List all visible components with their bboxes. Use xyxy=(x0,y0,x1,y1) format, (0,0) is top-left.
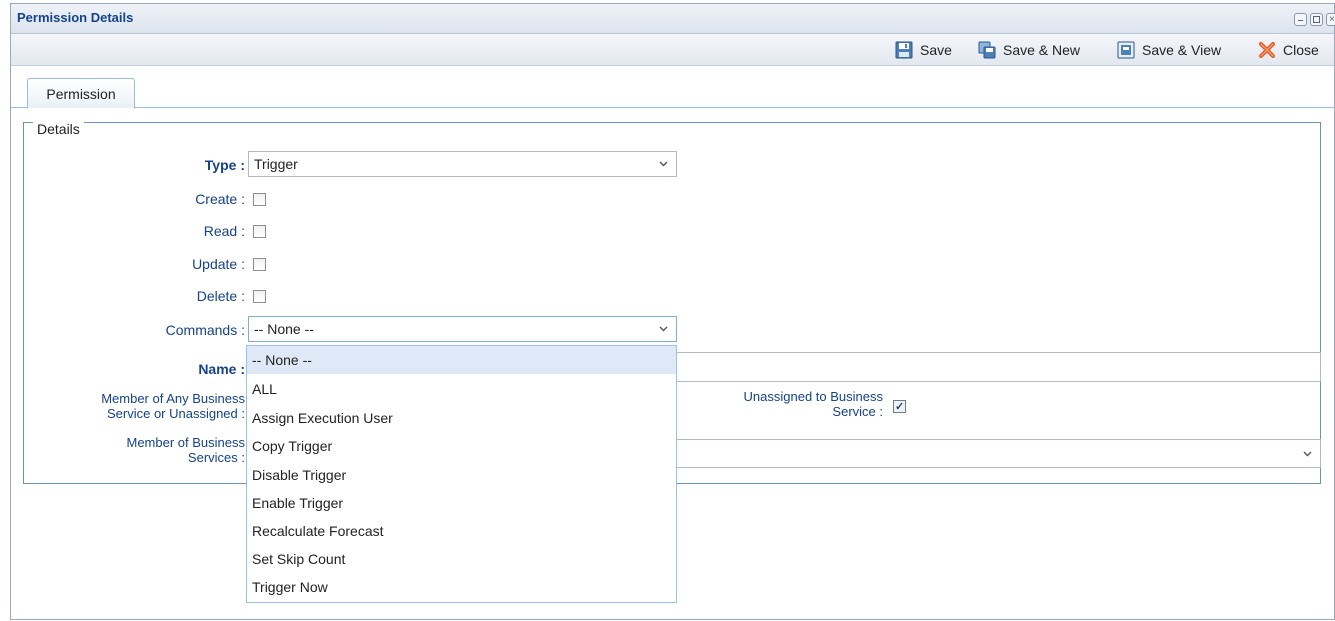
update-label: Update : xyxy=(192,256,245,272)
close-label: Close xyxy=(1283,42,1319,58)
save-label: Save xyxy=(920,42,952,58)
dropdown-option-recalculate-forecast[interactable]: Recalculate Forecast xyxy=(247,517,676,545)
maximize-icon xyxy=(1313,16,1320,23)
unassigned-label-line2: Service : xyxy=(832,404,883,419)
create-label: Create : xyxy=(195,191,245,207)
maximize-button[interactable] xyxy=(1310,13,1323,26)
dropdown-option-enable-trigger[interactable]: Enable Trigger xyxy=(247,489,676,517)
window-title: Permission Details xyxy=(17,10,134,25)
chevron-down-icon xyxy=(659,161,668,167)
close-icon: × xyxy=(1329,14,1335,25)
save-view-label: Save & View xyxy=(1142,42,1222,58)
member-services-label-line2: Services : xyxy=(187,450,245,465)
unassigned-label: Unassigned to Business Service : xyxy=(744,389,883,419)
type-select[interactable]: Trigger xyxy=(248,151,677,177)
unassigned-label-line1: Unassigned to Business xyxy=(743,389,883,404)
toolbar: Save Save & New Save & View Close xyxy=(11,34,1334,66)
save-new-button[interactable]: Save & New xyxy=(978,41,1080,59)
dropdown-option-copy-trigger[interactable]: Copy Trigger xyxy=(247,432,676,460)
commands-label: Commands : xyxy=(165,322,245,338)
dropdown-option-set-skip-count[interactable]: Set Skip Count xyxy=(247,545,676,573)
save-new-icon xyxy=(978,41,996,59)
close-window-button[interactable]: × xyxy=(1326,13,1335,26)
commands-select[interactable]: -- None -- xyxy=(248,316,677,342)
minimize-icon xyxy=(1298,20,1303,21)
close-button[interactable]: Close xyxy=(1258,41,1319,59)
save-new-label: Save & New xyxy=(1003,42,1081,58)
read-checkbox[interactable] xyxy=(253,225,266,238)
member-any-label-line1: Member of Any Business xyxy=(101,391,245,406)
member-services-label-line1: Member of Business xyxy=(126,435,246,450)
member-any-label: Member of Any Business Service or Unassi… xyxy=(101,391,245,421)
save-view-icon xyxy=(1117,41,1135,59)
type-label: Type : xyxy=(204,157,245,173)
tab-strip: Permission xyxy=(11,66,1334,109)
delete-checkbox[interactable] xyxy=(253,290,266,303)
chevron-down-icon xyxy=(1303,451,1312,457)
details-legend: Details xyxy=(33,121,84,137)
floppy-disk-icon xyxy=(895,41,913,59)
tab-permission[interactable]: Permission xyxy=(27,78,135,109)
red-x-icon xyxy=(1258,41,1276,59)
dropdown-option-none[interactable]: -- None -- xyxy=(247,346,676,374)
dropdown-option-trigger-now[interactable]: Trigger Now xyxy=(247,573,676,601)
update-checkbox[interactable] xyxy=(253,258,266,271)
save-button[interactable]: Save xyxy=(895,41,952,59)
save-view-button[interactable]: Save & View xyxy=(1117,41,1221,59)
chevron-down-icon xyxy=(659,326,668,332)
dropdown-option-all[interactable]: ALL xyxy=(247,375,676,403)
commands-value: -- None -- xyxy=(254,321,314,337)
minimize-button[interactable] xyxy=(1294,13,1307,26)
type-value: Trigger xyxy=(254,156,298,172)
title-bar: Permission Details × xyxy=(11,4,1335,34)
commands-dropdown-list: -- None -- ALL Assign Execution User Cop… xyxy=(246,345,677,603)
dropdown-option-assign-execution-user[interactable]: Assign Execution User xyxy=(247,404,676,432)
member-services-label: Member of Business Services : xyxy=(127,435,246,465)
read-label: Read : xyxy=(203,223,245,239)
member-any-label-line2: Service or Unassigned : xyxy=(106,406,245,421)
delete-label: Delete : xyxy=(196,288,245,304)
create-checkbox[interactable] xyxy=(253,193,266,206)
name-label: Name : xyxy=(198,361,245,377)
dropdown-option-disable-trigger[interactable]: Disable Trigger xyxy=(247,461,676,489)
checkmark-icon: ✓ xyxy=(895,401,905,413)
unassigned-checkbox[interactable]: ✓ xyxy=(893,400,906,413)
